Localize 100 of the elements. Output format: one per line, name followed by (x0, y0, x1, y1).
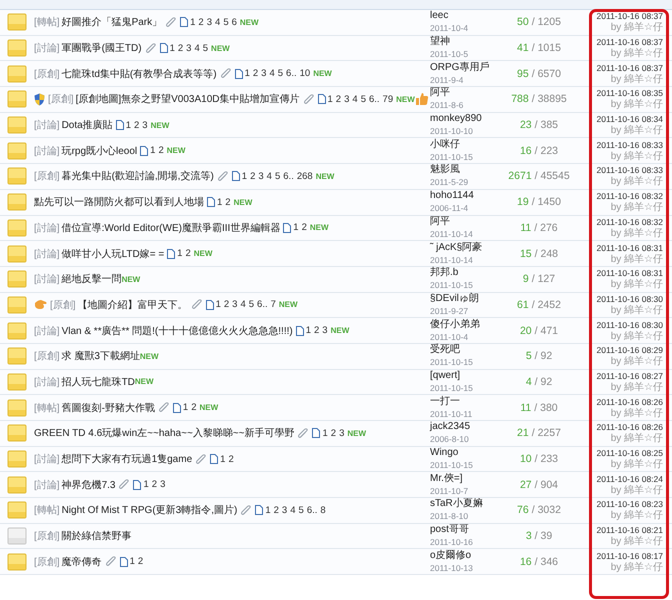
page-link[interactable]: 2 (224, 299, 230, 310)
page-link[interactable]: 79 (382, 94, 394, 105)
thread-title[interactable]: 想問下大家有冇玩過1隻game (62, 452, 192, 466)
page-link[interactable]: 2 (274, 504, 279, 516)
last-post-time[interactable]: 2011-10-16 08:25 (596, 447, 663, 460)
thread-title[interactable]: Dota推廣貼 (62, 118, 113, 132)
page-link[interactable]: 2 (225, 196, 231, 208)
page-link[interactable]: 1 (322, 428, 328, 439)
page-link[interactable]: 5 (298, 504, 304, 516)
page-link[interactable]: 10 (300, 68, 310, 80)
last-post-time[interactable]: 2011-10-16 08:32 (596, 190, 663, 202)
author-name[interactable]: sTaR小夏嫲 (430, 498, 483, 510)
thread-title[interactable]: [原創地圖]無奈之野望V003A10D集中貼增加宣傳片 (76, 92, 300, 106)
last-post-time[interactable]: 2011-10-16 08:33 (596, 138, 663, 151)
last-post-time[interactable]: 2011-10-16 08:32 (596, 216, 663, 228)
thread-title[interactable]: 魔帝傳奇 (62, 554, 102, 569)
page-link[interactable]: 2 (158, 145, 164, 156)
page-link[interactable]: 1 (220, 454, 226, 465)
page-link[interactable]: 6.. (257, 299, 268, 310)
author-name[interactable]: 一打一 (430, 396, 460, 408)
page-link[interactable]: 5 (202, 42, 208, 54)
thread-title[interactable]: 關於綠信禁野事 (62, 529, 132, 544)
page-link[interactable]: 1 (216, 299, 221, 310)
page-link[interactable]: 3 (160, 479, 166, 490)
thread-title[interactable]: 軍團戰爭(國王TD) (62, 41, 142, 56)
last-post-time[interactable]: 2011-10-16 08:27 (596, 370, 663, 382)
thread-title[interactable]: 七龍珠td集中貼(有教學合成表等等) (62, 66, 217, 81)
last-post-time[interactable]: 2011-10-16 08:33 (596, 164, 663, 176)
page-link[interactable]: 1 (190, 16, 196, 28)
thread-title[interactable]: 神界危機7.3 (62, 478, 116, 492)
page-link[interactable]: 1 (293, 222, 299, 234)
thread-title[interactable]: 借位宣導:World Editor(WE)魔獸爭霸III世界編輯器 (62, 220, 280, 235)
page-link[interactable]: 3 (258, 170, 264, 182)
page-link[interactable]: 2 (134, 120, 140, 131)
page-link[interactable]: 5 (278, 68, 284, 80)
page-link[interactable]: 2 (178, 42, 184, 54)
page-link[interactable]: 6.. (283, 170, 294, 182)
thread-title[interactable]: 【地圖介紹】富甲天下。 (78, 298, 188, 312)
page-link[interactable]: 1 (126, 120, 131, 131)
page-link[interactable]: 1 (265, 504, 271, 516)
last-post-time[interactable]: 2011-10-16 08:21 (596, 524, 663, 536)
page-link[interactable]: 3 (339, 428, 344, 439)
author-name[interactable]: post哥哥 (430, 524, 469, 536)
thread-title[interactable]: 絕地反擊一問 (62, 272, 122, 286)
author-name[interactable]: 受死吧 (430, 344, 460, 356)
author-name[interactable]: jack2345 (430, 421, 470, 434)
thread-title[interactable]: 做咩甘小人玩LTD嫁= = (62, 246, 164, 261)
thread-title[interactable]: 求 魔獸3下載網址 (62, 349, 140, 364)
page-link[interactable]: 4 (290, 504, 296, 516)
last-post-time[interactable]: 2011-10-16 08:34 (596, 113, 663, 126)
page-link[interactable]: 7 (270, 299, 276, 310)
author-name[interactable]: 邦邦.b (430, 267, 458, 280)
last-post-time[interactable]: 2011-10-16 08:30 (596, 318, 663, 331)
page-link[interactable]: 1 (244, 68, 250, 80)
author-name[interactable]: 望神 (430, 36, 450, 48)
page-link[interactable]: 4 (215, 16, 220, 28)
author-name[interactable]: Wingo (430, 447, 458, 460)
page-link[interactable]: 1 (242, 170, 248, 182)
author-name[interactable]: 魅影風 (430, 164, 460, 176)
page-link[interactable]: 3 (142, 120, 148, 131)
page-link[interactable]: 2 (330, 428, 336, 439)
author-name[interactable]: 阿平 (430, 216, 450, 228)
page-link[interactable]: 1 (182, 402, 188, 414)
thread-title[interactable]: 好圖推介「猛鬼Park」 (62, 15, 162, 30)
page-link[interactable]: 4 (269, 68, 275, 80)
page-link[interactable]: 2 (185, 248, 191, 260)
page-link[interactable]: 2 (302, 222, 307, 234)
thread-title[interactable]: 招人玩七龍珠TD (62, 374, 135, 389)
page-link[interactable]: 3 (282, 504, 288, 516)
author-name[interactable]: hoho1144 (430, 190, 474, 202)
page-link[interactable]: 1 (143, 479, 149, 490)
author-name[interactable]: ˜ jAcK§阿豪 (430, 242, 482, 254)
thread-title[interactable]: 玩rpg既小心leool (62, 144, 138, 158)
last-post-time[interactable]: 2011-10-16 08:31 (596, 267, 663, 280)
page-link[interactable]: 1 (130, 556, 135, 568)
page-link[interactable]: 3 (206, 16, 212, 28)
page-link[interactable]: 1 (217, 196, 222, 208)
page-link[interactable]: 2 (228, 454, 234, 465)
thread-title[interactable]: 點先可以一路閒防火都可以看到人地場 (34, 195, 204, 210)
last-post-time[interactable]: 2011-10-16 08:37 (596, 36, 663, 48)
page-link[interactable]: 3 (322, 325, 328, 336)
page-link[interactable]: 3 (344, 94, 350, 105)
page-link[interactable]: 1 (170, 42, 175, 54)
last-post-time[interactable]: 2011-10-16 08:24 (596, 472, 663, 485)
last-post-time[interactable]: 2011-10-16 08:37 (596, 62, 663, 74)
page-link[interactable]: 268 (296, 170, 313, 182)
page-link[interactable]: 2 (250, 170, 256, 182)
thread-title[interactable]: Night Of Mist T RPG(更新3轉指令,圖片) (62, 503, 238, 518)
page-link[interactable]: 6.. (286, 68, 297, 80)
page-link[interactable]: 6 (232, 16, 237, 28)
page-link[interactable]: 2 (138, 556, 144, 568)
page-link[interactable]: 5 (248, 299, 254, 310)
page-link[interactable]: 5 (274, 170, 280, 182)
thread-title[interactable]: GREEN TD 4.6玩爆win左~~haha~~入黎睇睇~~新手可學野 (34, 426, 294, 440)
page-link[interactable]: 3 (186, 42, 192, 54)
thread-title[interactable]: 暮光集中貼(歡迎討論,閒場,交流等) (62, 169, 214, 184)
author-name[interactable]: o皮爾修o (430, 550, 472, 562)
page-link[interactable]: 8 (320, 504, 326, 516)
last-post-time[interactable]: 2011-10-16 08:30 (596, 292, 663, 305)
page-link[interactable]: 2 (314, 325, 320, 336)
